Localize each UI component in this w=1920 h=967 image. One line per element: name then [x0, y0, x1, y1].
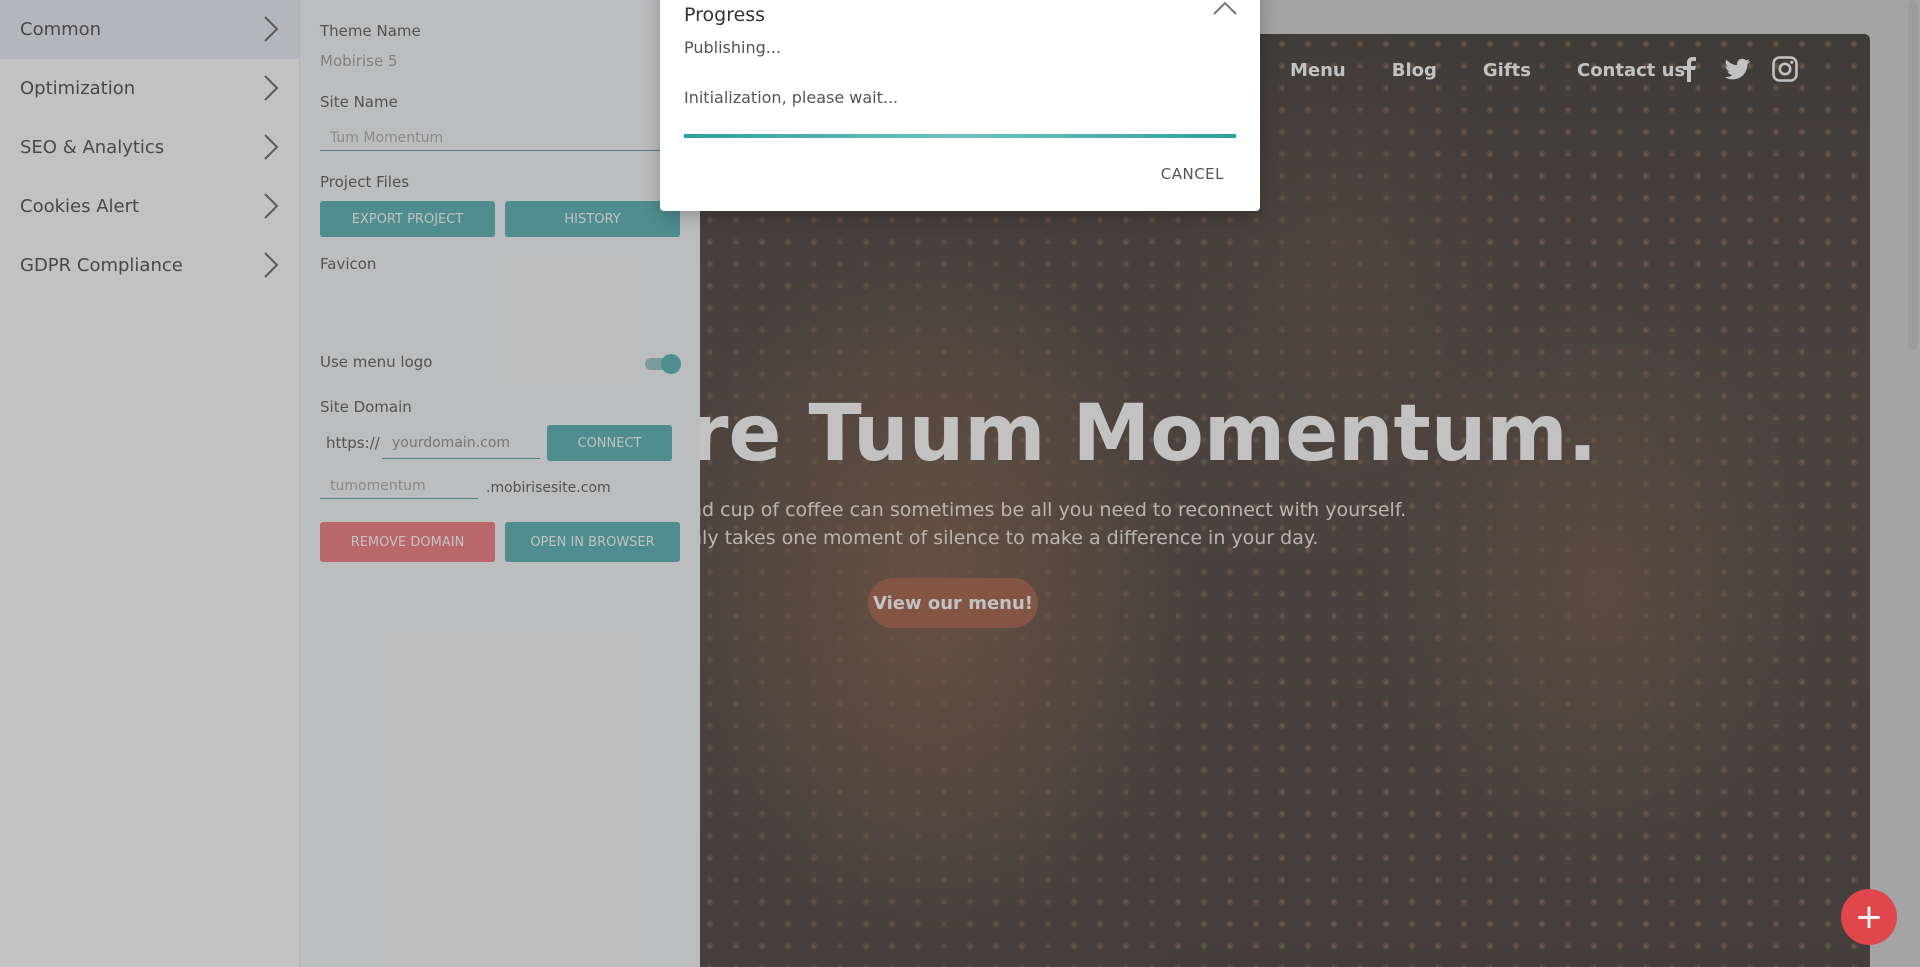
add-block-button[interactable]: +: [1841, 889, 1897, 945]
initialization-message: Initialization, please wait...: [684, 88, 899, 107]
collapse-chevron-icon[interactable]: [1212, 0, 1238, 16]
dialog-title: Progress: [684, 4, 766, 26]
plus-icon: +: [1854, 897, 1884, 937]
publishing-status: Publishing...: [684, 38, 782, 57]
progress-bar: [684, 134, 1236, 138]
cancel-button[interactable]: CANCEL: [1161, 165, 1224, 183]
progress-fill: [684, 134, 1236, 138]
progress-dialog: Progress Publishing... Initialization, p…: [660, 0, 1260, 211]
